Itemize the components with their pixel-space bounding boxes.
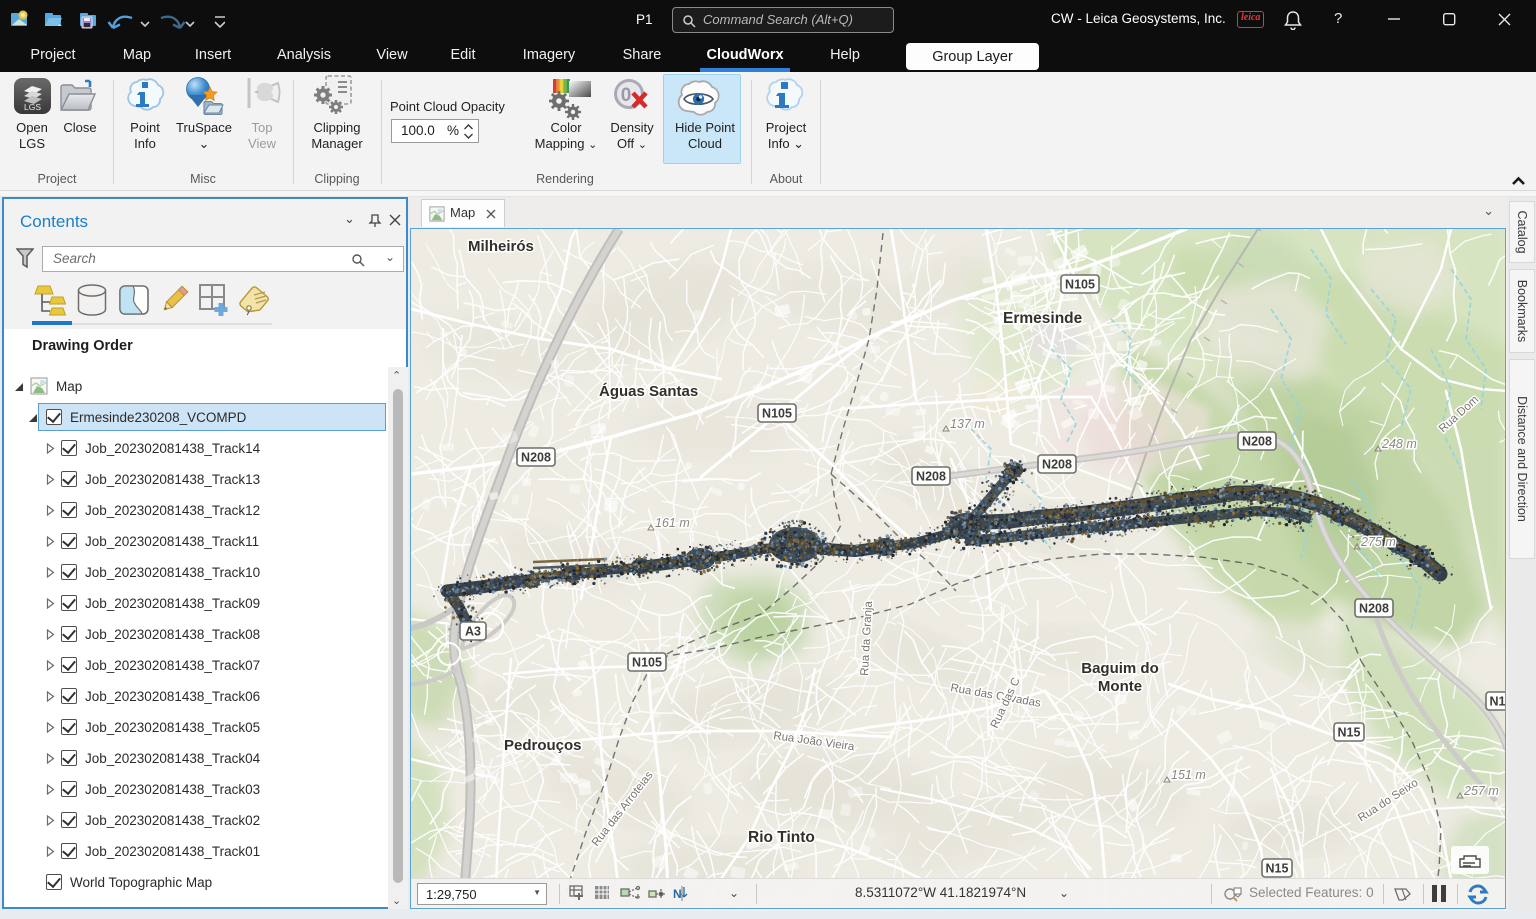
svg-text:N15: N15	[1338, 726, 1361, 740]
svg-text:Milheirós: Milheirós	[468, 238, 534, 255]
svg-text:0: 0	[621, 85, 632, 106]
svg-text:Ermesinde: Ermesinde	[1003, 310, 1083, 327]
svg-text:161 m: 161 m	[655, 516, 690, 530]
svg-text:275 m: 275 m	[1360, 535, 1396, 549]
svg-text:Águas Santas: Águas Santas	[599, 383, 698, 400]
svg-text:N105: N105	[1065, 278, 1095, 292]
svg-text:Rio Tinto: Rio Tinto	[748, 829, 815, 846]
svg-text:257 m: 257 m	[1463, 784, 1499, 798]
svg-text:Pedrouços: Pedrouços	[504, 737, 582, 754]
svg-text:151 m: 151 m	[1171, 768, 1206, 782]
svg-text:N15: N15	[1266, 862, 1289, 876]
svg-text:N: N	[673, 887, 682, 901]
svg-text:N105: N105	[632, 656, 662, 670]
svg-text:N208: N208	[1242, 435, 1272, 449]
svg-text:N15: N15	[1490, 695, 1506, 709]
svg-text:137 m: 137 m	[950, 417, 985, 431]
svg-text:N208: N208	[521, 451, 551, 465]
svg-text:Monte: Monte	[1098, 678, 1142, 695]
svg-text:N208: N208	[916, 470, 946, 484]
svg-text:N105: N105	[762, 407, 792, 421]
svg-text:A3: A3	[465, 625, 481, 639]
svg-text:LGS: LGS	[24, 102, 41, 112]
svg-text:N208: N208	[1042, 458, 1072, 472]
svg-text:248 m: 248 m	[1381, 437, 1417, 451]
svg-text:Baguim do: Baguim do	[1081, 660, 1159, 677]
svg-text:N208: N208	[1359, 602, 1389, 616]
